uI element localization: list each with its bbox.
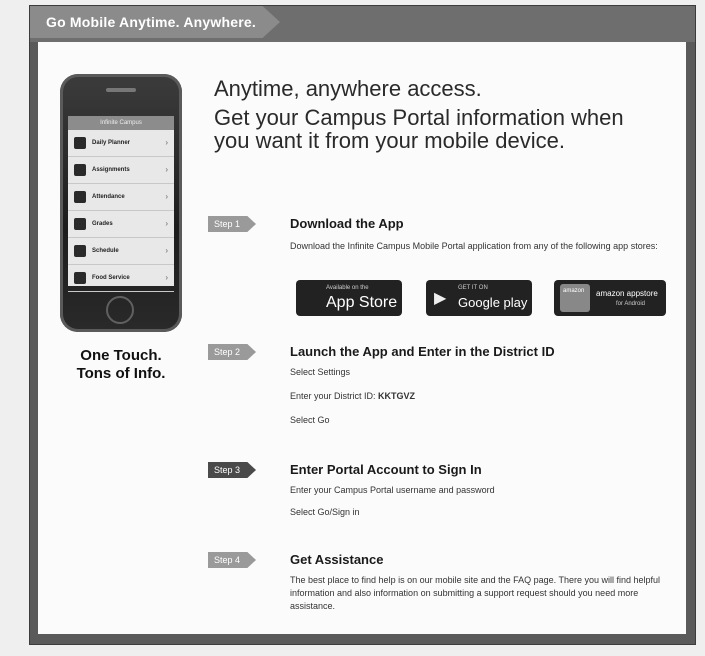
caption-line-2: Tons of Info. <box>76 365 166 382</box>
phone-illustration: Infinite Campus Daily Planner › Assignme… <box>60 74 182 332</box>
chevron-right-icon: › <box>165 165 168 174</box>
phone-menu-label: Daily Planner <box>92 140 131 146</box>
house-icon <box>74 137 86 149</box>
caption-line-1: One Touch. <box>80 347 162 364</box>
phone-caption: One Touch. Tons of Info. <box>56 347 186 383</box>
step-text: The best place to find help is on our mo… <box>290 575 661 611</box>
step-title: Get Assistance <box>290 552 384 567</box>
portal-frame: Go Mobile Anytime. Anywhere. Infinite Ca… <box>30 6 695 644</box>
phone-menu-label: Schedule <box>92 248 119 254</box>
phone-speaker <box>106 88 136 92</box>
step-text: Select Go/Sign in <box>290 507 360 517</box>
amazon-appstore-sub: for Android <box>616 301 646 307</box>
step-text: Select Go <box>290 415 330 425</box>
google-play-label: Google play <box>458 295 528 310</box>
chevron-right-icon: › <box>165 246 168 255</box>
pencil-icon <box>74 218 86 230</box>
district-id-label: Enter your District ID: <box>290 391 376 401</box>
chevron-right-icon: › <box>165 273 168 282</box>
schedule-icon <box>74 245 86 257</box>
banner: Go Mobile Anytime. Anywhere. <box>30 6 695 42</box>
content-panel: Infinite Campus Daily Planner › Assignme… <box>38 42 686 634</box>
phone-screen: Infinite Campus Daily Planner › Assignme… <box>68 116 174 292</box>
amazon-logo-text: amazon <box>563 288 585 294</box>
headline-access: Anytime, anywhere access. <box>214 76 482 101</box>
app-store-label: App Store <box>326 294 398 311</box>
app-store-button[interactable]: Available on the App Store <box>296 280 402 316</box>
phone-menu-label: Food Service <box>92 275 130 281</box>
google-play-small-text: GET IT ON <box>458 285 488 291</box>
phone-menu-label: Attendance <box>92 194 125 200</box>
step-text: Select Settings <box>290 367 351 377</box>
books-icon <box>74 164 86 176</box>
phone-app-header: Infinite Campus <box>68 116 174 130</box>
step-text: Enter your Campus Portal username and pa… <box>290 485 495 495</box>
phone-menu-item: Daily Planner › <box>68 130 174 157</box>
step-title: Download the App <box>290 216 404 231</box>
step-badge: Step 1 <box>208 216 256 232</box>
phone-menu-label: Assignments <box>92 167 130 173</box>
district-id-value: KKTGVZ <box>378 391 416 401</box>
step-3: Step 3 Enter Portal Account to Sign In E… <box>208 462 678 532</box>
headline-portal: Get your Campus Portal information when … <box>214 105 624 153</box>
phone-home-button <box>106 296 134 324</box>
amazon-appstore-label: amazon appstore <box>596 289 658 298</box>
step-badge: Step 2 <box>208 344 256 360</box>
food-icon <box>74 272 86 284</box>
calendar-icon <box>74 191 86 203</box>
step-2: Step 2 Launch the App and Enter in the D… <box>208 344 678 444</box>
step-1: Step 1 Download the App Download the Inf… <box>208 216 678 326</box>
amazon-appstore-button[interactable]: amazon amazon appstore for Android <box>554 280 666 316</box>
step-title: Launch the App and Enter in the District… <box>290 344 555 359</box>
play-icon: ▶ <box>434 290 447 307</box>
step-title: Enter Portal Account to Sign In <box>290 462 482 477</box>
app-store-small-text: Available on the <box>326 285 369 291</box>
chevron-right-icon: › <box>165 192 168 201</box>
step-badge: Step 4 <box>208 552 256 568</box>
district-id-line: Enter your District ID: KKTGVZ <box>290 390 670 403</box>
phone-menu-item: Grades › <box>68 211 174 238</box>
step-4: Step 4 Get Assistance The best place to … <box>208 552 678 632</box>
chevron-right-icon: › <box>165 219 168 228</box>
chevron-right-icon: › <box>165 138 168 147</box>
banner-title: Go Mobile Anytime. Anywhere. <box>46 14 256 30</box>
step-text: Download the Infinite Campus Mobile Port… <box>290 241 658 251</box>
phone-menu-label: Grades <box>92 221 113 227</box>
phone-menu-item: Attendance › <box>68 184 174 211</box>
phone-menu-item: Assignments › <box>68 157 174 184</box>
google-play-button[interactable]: ▶ GET IT ON Google play <box>426 280 532 316</box>
phone-menu-item: Food Service › <box>68 265 174 292</box>
step-badge: Step 3 <box>208 462 256 478</box>
phone-menu-item: Schedule › <box>68 238 174 265</box>
